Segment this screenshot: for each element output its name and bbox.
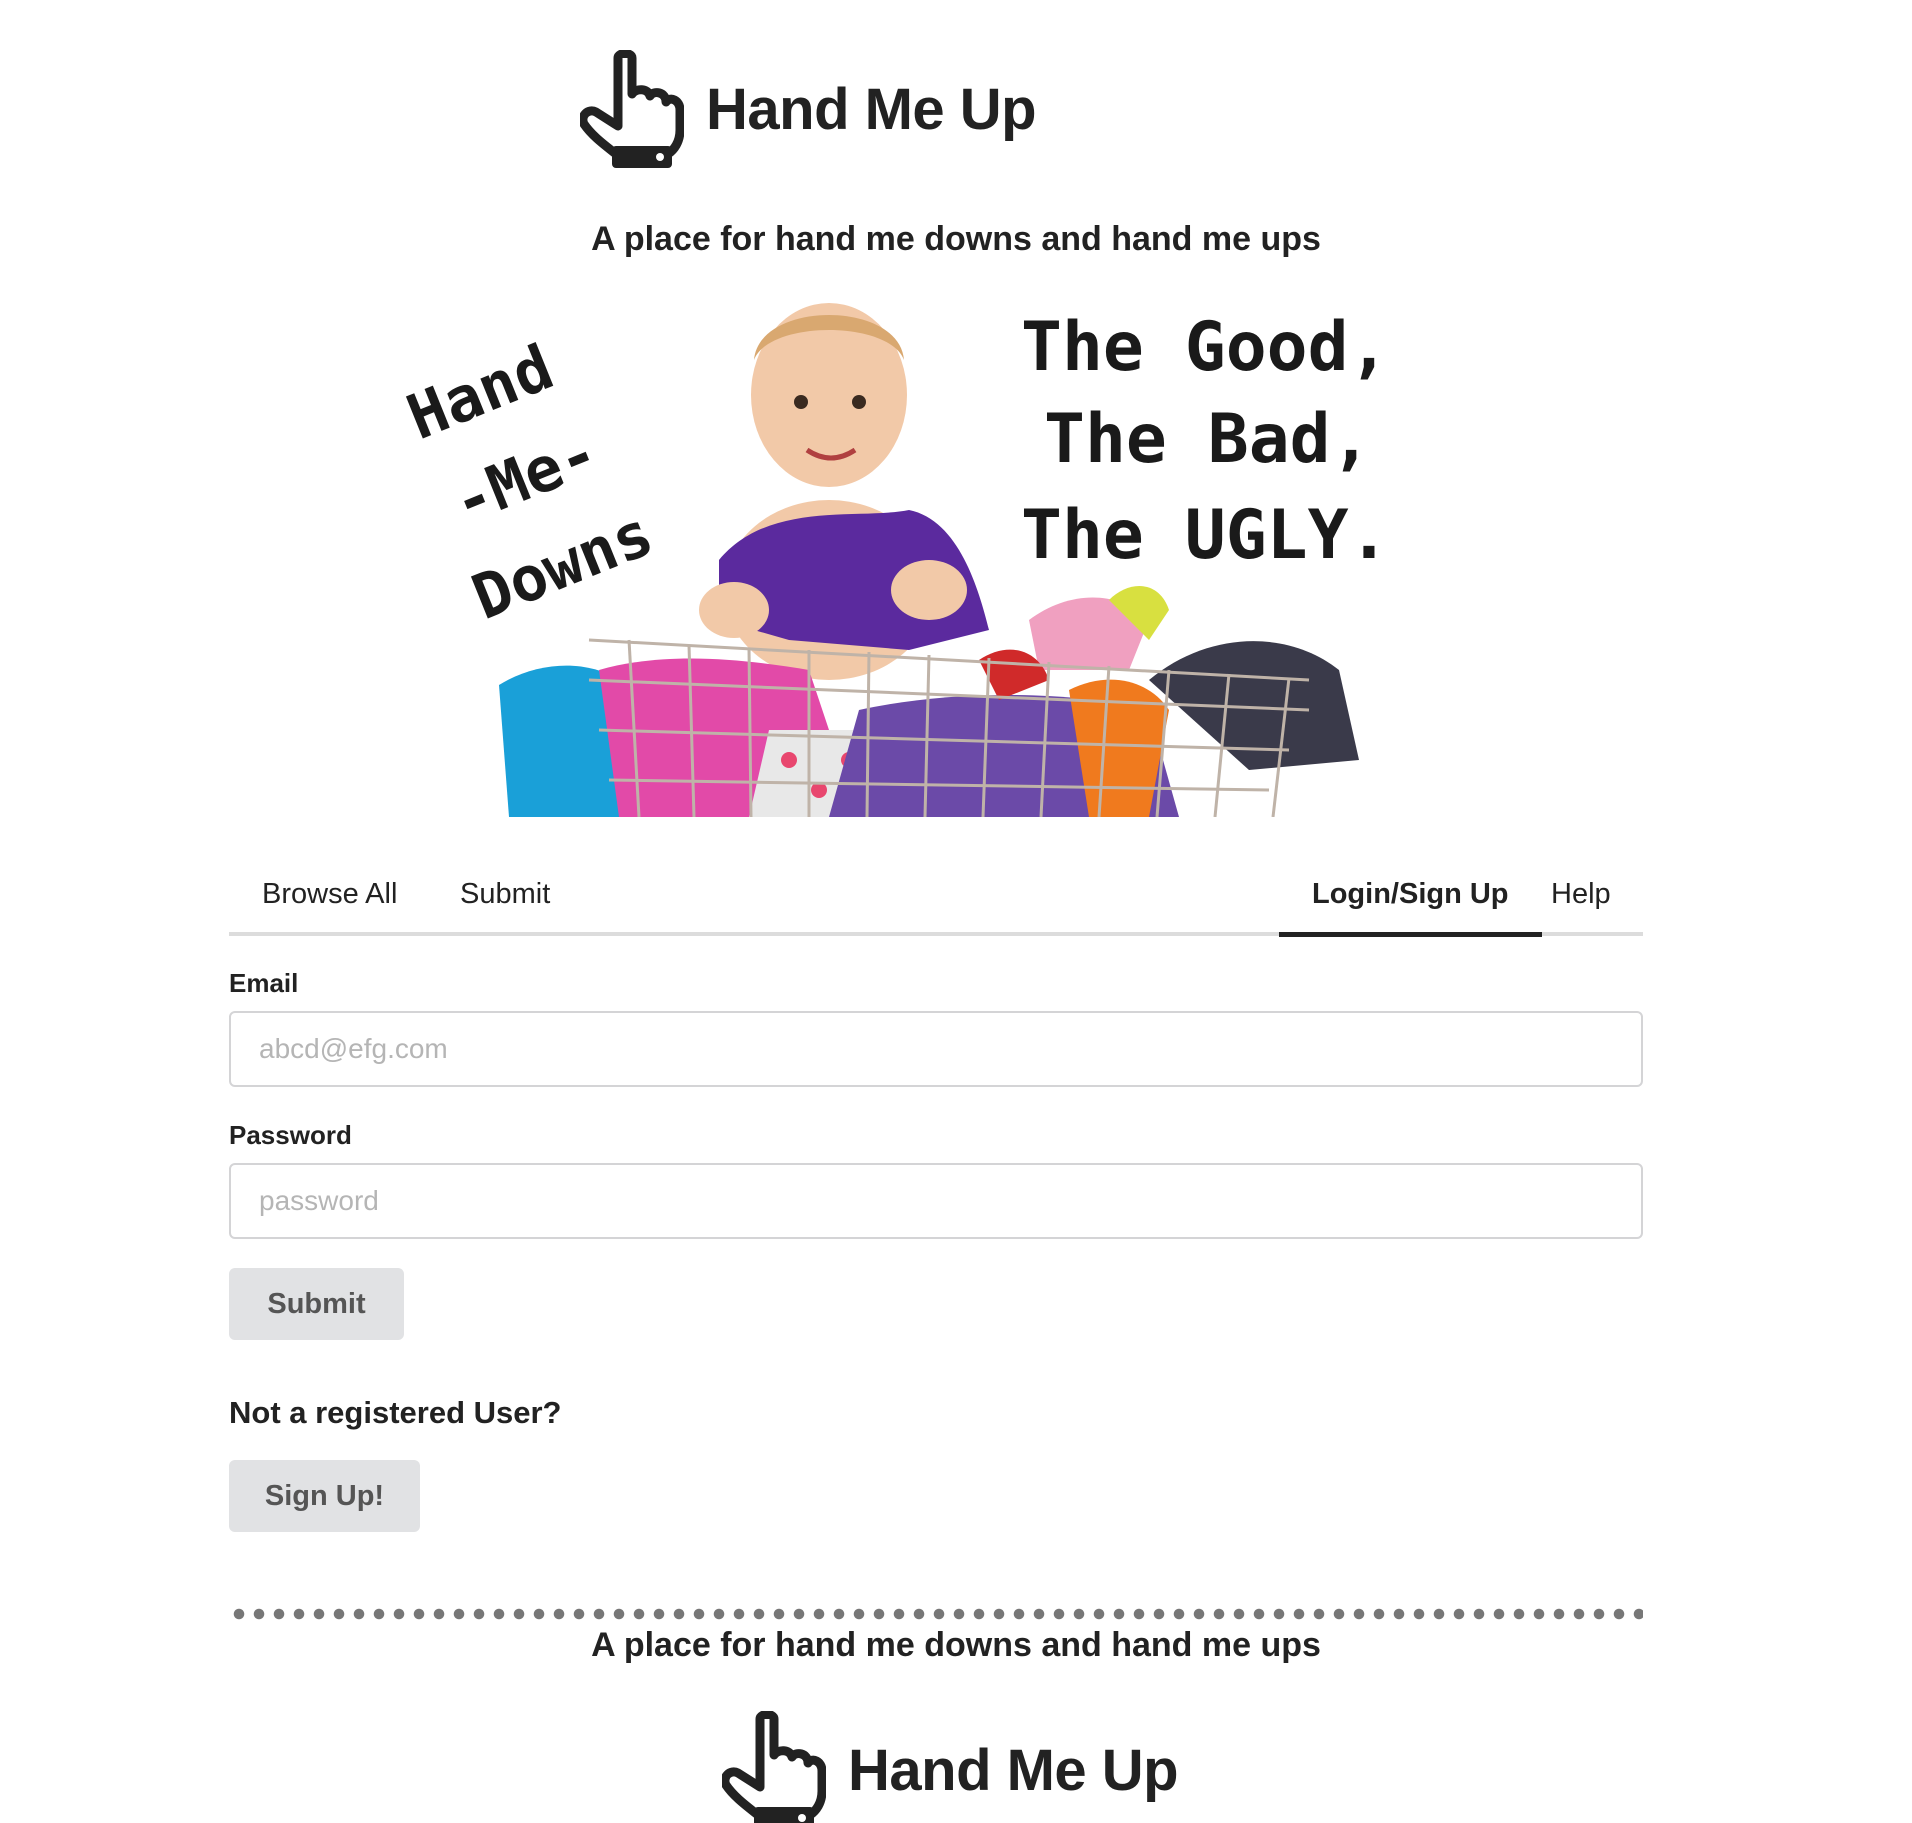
tab-browse-all[interactable]: Browse All [262, 864, 397, 936]
tab-help[interactable]: Help [1551, 864, 1611, 936]
password-label: Password [229, 1120, 352, 1150]
email-label: Email [229, 968, 299, 998]
tagline: A place for hand me downs and hand me up… [591, 220, 1321, 258]
pointing-hand-icon [580, 50, 684, 168]
tab-submit[interactable]: Submit [460, 864, 550, 936]
sign-up-button[interactable]: Sign Up! [229, 1460, 420, 1532]
footer-brand-name: Hand Me Up [848, 1737, 1179, 1803]
dotted-divider [229, 1608, 1643, 1620]
password-field[interactable] [229, 1163, 1643, 1239]
brand-name: Hand Me Up [706, 76, 1037, 142]
hero-right-text-3: The UGLY. [1021, 496, 1389, 575]
footer-tagline: A place for hand me downs and hand me up… [591, 1626, 1321, 1664]
hero-illustration: Hand -Me- Downs The Good, The Bad, The U… [389, 290, 1434, 817]
hero-right-text-1: The Good, [1021, 308, 1389, 387]
main-nav-tabs: Browse All Submit Login/Sign Up Help [229, 864, 1643, 937]
tab-login-sign-up[interactable]: Login/Sign Up [1279, 864, 1542, 937]
hero-right-text-2: The Bad, [1044, 400, 1372, 479]
header-brand[interactable]: Hand Me Up [580, 50, 1037, 168]
footer-brand[interactable]: Hand Me Up [722, 1711, 1179, 1823]
submit-button[interactable]: Submit [229, 1268, 404, 1340]
email-field[interactable] [229, 1011, 1643, 1087]
hero-image: Hand -Me- Downs The Good, The Bad, The U… [389, 290, 1434, 817]
not-registered-prompt: Not a registered User? [229, 1395, 562, 1430]
pointing-hand-icon [722, 1711, 826, 1823]
